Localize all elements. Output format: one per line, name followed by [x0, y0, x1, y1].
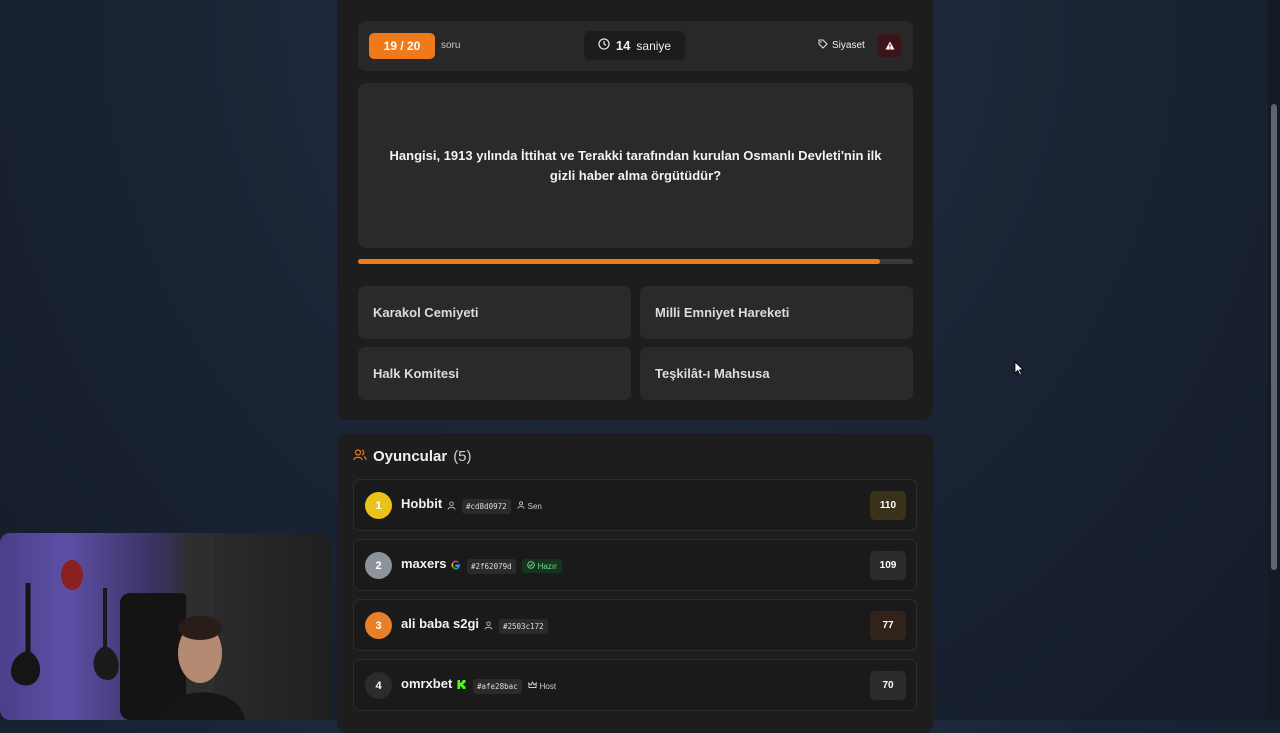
ready-badge: Hazır [521, 559, 562, 573]
question-box: Hangisi, 1913 yılında İttihat ve Terakki… [358, 83, 913, 248]
category-tag: Siyaset [818, 39, 865, 52]
clock-icon [598, 38, 610, 53]
timer-value: 14 [615, 38, 631, 53]
category-label: Siyaset [832, 40, 865, 51]
player-id: #2f62079d [467, 558, 516, 574]
rank-badge: 1 [365, 492, 392, 519]
player-name: omrxbet [401, 676, 453, 691]
ready-badge-label: Hazır [537, 561, 557, 571]
rank-badge: 4 [365, 672, 392, 699]
player-name: Hobbit [401, 496, 443, 511]
rank-badge: 2 [365, 552, 392, 579]
users-icon [353, 448, 367, 465]
mouse-cursor-icon [1014, 361, 1024, 381]
player-score: 110 [870, 491, 906, 520]
time-progress-bar [358, 259, 913, 264]
player-row: 2 maxers #2f62079d Hazır 109 [353, 539, 917, 591]
time-progress-fill [358, 259, 880, 264]
player-row: 1 Hobbit #cd8d0972 Sen 110 [353, 479, 917, 531]
report-button[interactable] [878, 34, 901, 57]
player-meta: #2f62079d Hazır [451, 557, 562, 575]
question-counter-unit: soru [441, 40, 461, 51]
you-badge: Sen [517, 501, 542, 511]
player-meta: #2503c172 [484, 617, 548, 635]
rank-badge: 3 [365, 612, 392, 639]
webcam-overlay [0, 533, 332, 720]
player-id: #cd8d0972 [462, 498, 511, 514]
player-row: 3 ali baba s2gi #2503c172 77 [353, 599, 917, 651]
scrollbar-thumb[interactable] [1271, 104, 1277, 570]
scrollbar[interactable] [1268, 0, 1280, 720]
player-name: ali baba s2gi [401, 616, 480, 631]
tag-icon [818, 39, 828, 52]
players-header: Oyuncular (5) [353, 448, 472, 465]
player-meta: #cd8d0972 Sen [447, 497, 542, 515]
player-score: 70 [870, 671, 906, 700]
crown-icon [527, 680, 537, 691]
player-row: 4 omrxbet #afe28bac Host 70 [353, 659, 917, 711]
webcam-scene [11, 533, 245, 720]
timer-unit: saniye [636, 38, 672, 53]
player-id: #afe28bac [473, 678, 522, 694]
check-circle-icon [526, 561, 535, 571]
host-badge-label: Host [539, 681, 557, 691]
player-meta: #afe28bac Host [456, 677, 556, 695]
user-icon [517, 501, 525, 511]
player-id: #2503c172 [499, 618, 548, 634]
player-name: maxers [401, 556, 447, 571]
answer-option[interactable]: Karakol Cemiyeti [358, 286, 631, 339]
answer-option[interactable]: Milli Emniyet Hareketi [640, 286, 913, 339]
player-score: 77 [870, 611, 906, 640]
you-badge-label: Sen [527, 501, 542, 511]
players-title: Oyuncular [373, 448, 448, 465]
players-count: (5) [453, 448, 472, 465]
timer: 14 saniye [584, 31, 685, 60]
question-counter: 19 / 20 [369, 33, 435, 59]
player-score: 109 [870, 551, 906, 580]
google-icon [451, 557, 461, 575]
answer-option[interactable]: Halk Komitesi [358, 347, 631, 400]
kick-icon [456, 677, 467, 695]
user-icon [484, 617, 493, 635]
warning-icon [885, 37, 895, 55]
question-text: Hangisi, 1913 yılında İttihat ve Terakki… [389, 147, 882, 183]
user-icon [447, 497, 456, 515]
answer-option[interactable]: Teşkilât-ı Mahsusa [640, 347, 913, 400]
host-badge: Host [527, 680, 557, 691]
